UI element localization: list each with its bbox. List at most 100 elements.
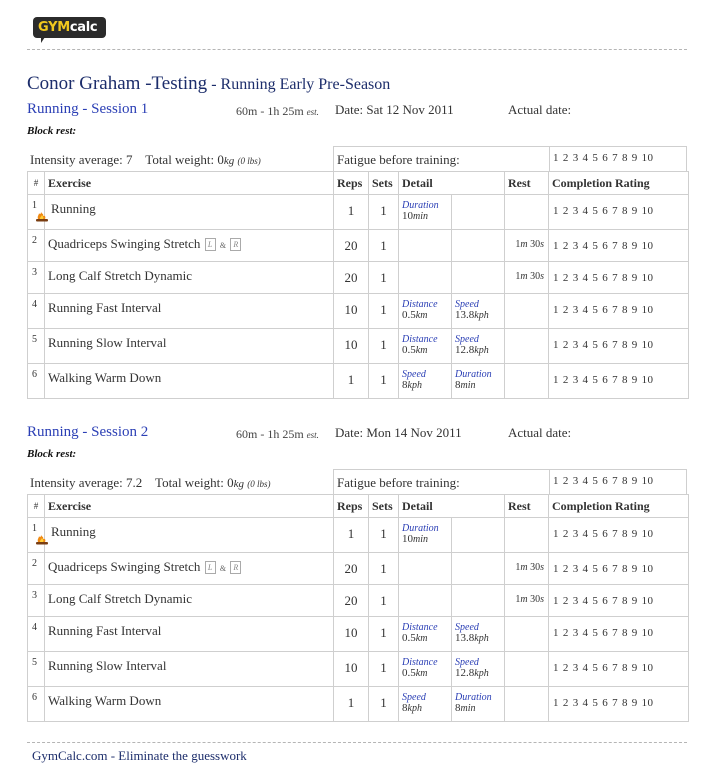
sets-value: 1 [368, 194, 399, 230]
exercise-row: 6 Walking Warm Down 1 1 Speed 8kph Duration 8mi… [27, 363, 689, 399]
reps-value: 10 [333, 651, 369, 687]
exercise-name[interactable]: Running Slow Interval [44, 651, 334, 687]
session-name[interactable]: Running - Session 1 [27, 101, 148, 118]
completion-rating-scale[interactable]: 1 2 3 4 5 6 7 8 9 10 [553, 662, 653, 674]
right-side-badge: R [230, 561, 242, 574]
sets-value: 1 [368, 584, 399, 617]
completion-rating[interactable]: 1 2 3 4 5 6 7 8 9 10 [548, 328, 689, 364]
exercise-name[interactable]: Walking Warm Down [44, 686, 334, 722]
completion-rating-scale[interactable]: 1 2 3 4 5 6 7 8 9 10 [553, 627, 653, 639]
exercise-row: 4 Running Fast Interval 10 1 Distance 0.5km Sp… [27, 616, 689, 652]
intensity-average: 7 [126, 152, 133, 167]
completion-rating[interactable]: 1 2 3 4 5 6 7 8 9 10 [548, 584, 689, 617]
completion-rating[interactable]: 1 2 3 4 5 6 7 8 9 10 [548, 651, 689, 687]
sets-value: 1 [368, 261, 399, 294]
detail-cell [398, 229, 452, 262]
exercise-name[interactable]: Running Slow Interval [44, 328, 334, 364]
completion-rating-scale[interactable]: 1 2 3 4 5 6 7 8 9 10 [553, 240, 653, 252]
exercise-row: 2 Quadriceps Swinging Stretch L & R 20 1 1m … [27, 552, 689, 585]
exercise-name[interactable]: Quadriceps Swinging Stretch L & R [44, 552, 334, 585]
detail-value: 0.5km [402, 309, 428, 322]
detail-cell [451, 194, 505, 230]
left-side-badge: L [204, 561, 216, 574]
exercise-number: 3 [27, 584, 45, 617]
exercise-row: 1 Running 1 1 Duration 10min 1 2 3 4 5 6 7 8 9… [27, 194, 689, 230]
exercise-row: 5 Running Slow Interval 10 1 Distance 0.5km Sp… [27, 328, 689, 364]
block-rest-label: Block rest: [27, 448, 77, 460]
detail-value: 10min [402, 210, 428, 223]
completion-rating[interactable]: 1 2 3 4 5 6 7 8 9 10 [548, 616, 689, 652]
exercise-row: 4 Running Fast Interval 10 1 Distance 0.5km Sp… [27, 293, 689, 329]
completion-rating-scale[interactable]: 1 2 3 4 5 6 7 8 9 10 [553, 304, 653, 316]
completion-rating-scale[interactable]: 1 2 3 4 5 6 7 8 9 10 [553, 697, 653, 709]
exercise-number: 6 [27, 686, 45, 722]
exercise-name[interactable]: Long Calf Stretch Dynamic [44, 261, 334, 294]
exercise-name[interactable]: Running Fast Interval [44, 616, 334, 652]
intensity-weight-summary: Intensity average: 7 Total weight: 0kg (… [30, 152, 261, 167]
col-header-number: # [27, 494, 45, 518]
detail-cell: Distance 0.5km [398, 616, 452, 652]
fatigue-rating-scale[interactable]: 1 2 3 4 5 6 7 8 9 10 [553, 475, 653, 487]
exercise-row: 2 Quadriceps Swinging Stretch L & R 20 1 1m … [27, 229, 689, 262]
exercise-number: 1 [27, 517, 48, 553]
exercise-name[interactable]: Running [44, 194, 334, 230]
completion-rating[interactable]: 1 2 3 4 5 6 7 8 9 10 [548, 229, 689, 262]
intensity-average: 7.2 [126, 475, 143, 490]
completion-rating-scale[interactable]: 1 2 3 4 5 6 7 8 9 10 [553, 205, 653, 217]
exercise-name[interactable]: Running [44, 517, 334, 553]
rest-value [504, 686, 549, 722]
completion-rating[interactable]: 1 2 3 4 5 6 7 8 9 10 [548, 194, 689, 230]
detail-label: Duration [455, 692, 492, 703]
footer-tagline[interactable]: GymCalc.com - Eliminate the guesswork [32, 748, 247, 764]
detail-cell: Speed 12.8kph [451, 328, 505, 364]
col-header-reps: Reps [333, 494, 369, 518]
detail-label: Duration [455, 369, 492, 380]
detail-cell [398, 261, 452, 294]
completion-rating[interactable]: 1 2 3 4 5 6 7 8 9 10 [548, 363, 689, 399]
sets-value: 1 [368, 328, 399, 364]
col-header-sets: Sets [368, 171, 399, 195]
detail-cell: Duration 10min [398, 194, 452, 230]
completion-rating-scale[interactable]: 1 2 3 4 5 6 7 8 9 10 [553, 528, 653, 540]
rest-value [504, 293, 549, 329]
session-header: Running - Session 1 60m - 1h 25m est. Da… [27, 101, 687, 121]
completion-rating-scale[interactable]: 1 2 3 4 5 6 7 8 9 10 [553, 339, 653, 351]
completion-rating[interactable]: 1 2 3 4 5 6 7 8 9 10 [548, 552, 689, 585]
fatigue-label: Fatigue before training: [337, 152, 460, 167]
session-header: Running - Session 2 60m - 1h 25m est. Da… [27, 424, 687, 444]
reps-value: 10 [333, 328, 369, 364]
exercise-number: 3 [27, 261, 45, 294]
completion-rating-scale[interactable]: 1 2 3 4 5 6 7 8 9 10 [553, 563, 653, 575]
rest-value [504, 194, 549, 230]
detail-value: 12.8kph [455, 667, 489, 680]
session-name[interactable]: Running - Session 2 [27, 424, 148, 441]
col-header-number: # [27, 171, 45, 195]
completion-rating[interactable]: 1 2 3 4 5 6 7 8 9 10 [548, 686, 689, 722]
sets-value: 1 [368, 651, 399, 687]
exercise-number: 2 [27, 229, 45, 262]
session-summary: Intensity average: 7.2 Total weight: 0kg… [27, 469, 687, 495]
detail-cell: Duration 8min [451, 686, 505, 722]
detail-value: 10min [402, 533, 428, 546]
completion-rating[interactable]: 1 2 3 4 5 6 7 8 9 10 [548, 517, 689, 553]
program-name: Running Early Pre-Season [220, 76, 391, 93]
exercise-name[interactable]: Long Calf Stretch Dynamic [44, 584, 334, 617]
completion-rating[interactable]: 1 2 3 4 5 6 7 8 9 10 [548, 261, 689, 294]
exercise-name[interactable]: Walking Warm Down [44, 363, 334, 399]
detail-cell: Distance 0.5km [398, 651, 452, 687]
fatigue-rating-scale[interactable]: 1 2 3 4 5 6 7 8 9 10 [553, 152, 653, 164]
rest-value [504, 517, 549, 553]
completion-rating-scale[interactable]: 1 2 3 4 5 6 7 8 9 10 [553, 595, 653, 607]
col-header-detail: Detail [398, 494, 505, 518]
completion-rating[interactable]: 1 2 3 4 5 6 7 8 9 10 [548, 293, 689, 329]
detail-value: 8kph [402, 702, 422, 715]
right-side-badge: R [230, 238, 242, 251]
exercise-name[interactable]: Quadriceps Swinging Stretch L & R [44, 229, 334, 262]
gymcalc-logo[interactable]: GYMcalc [33, 17, 106, 38]
completion-rating-scale[interactable]: 1 2 3 4 5 6 7 8 9 10 [553, 374, 653, 386]
left-side-badge: L [204, 238, 216, 251]
actual-date-label: Actual date: [508, 425, 572, 440]
exercise-name[interactable]: Running Fast Interval [44, 293, 334, 329]
completion-rating-scale[interactable]: 1 2 3 4 5 6 7 8 9 10 [553, 272, 653, 284]
detail-cell: Duration 8min [451, 363, 505, 399]
